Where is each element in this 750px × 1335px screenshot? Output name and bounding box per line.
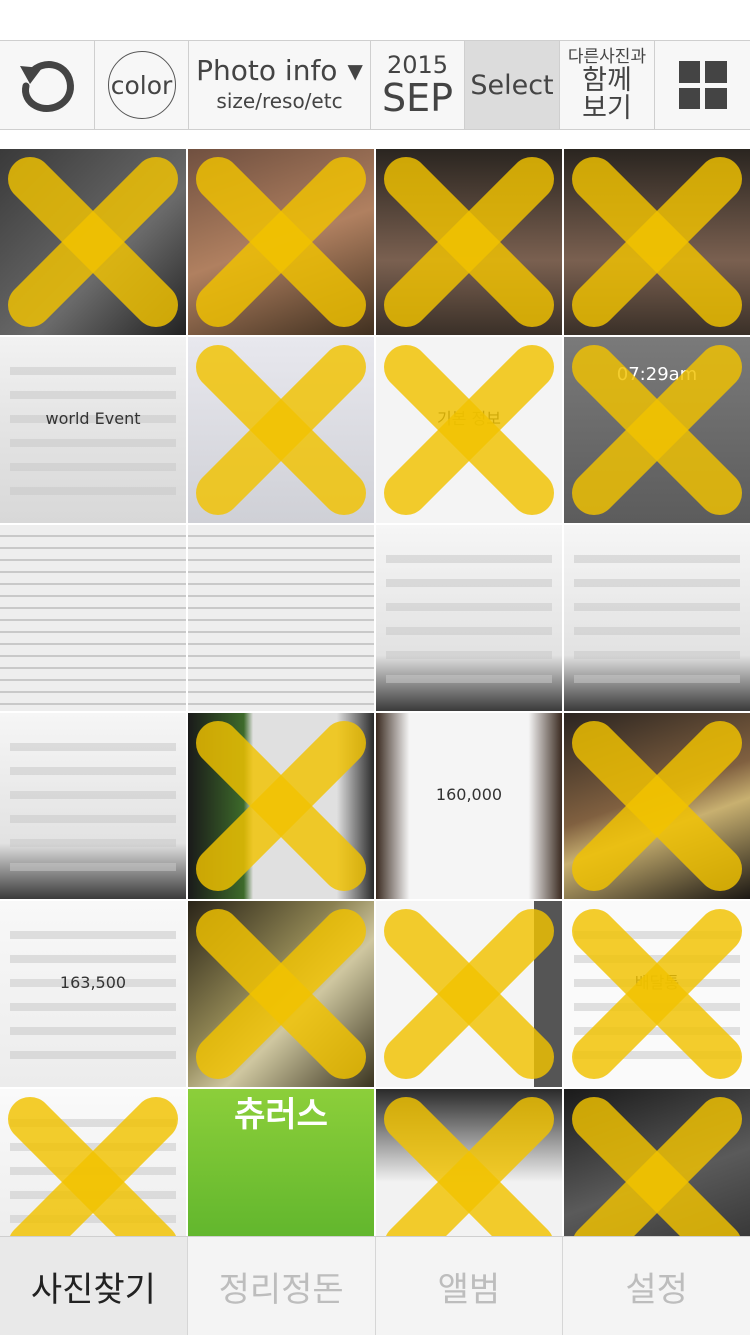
thumbnail-content-line [10,1003,176,1011]
tab-0[interactable]: 사진찾기 [0,1237,188,1335]
photo-grid: world Event 기본 정보07:29am 160,000 163,500 배달통… [0,149,750,1275]
thumbnail-content-line [10,391,176,399]
thumbnail-content-line [10,931,176,939]
photo-thumbnail[interactable] [564,525,750,711]
thumbnail-caption: 츄러스 [234,1095,328,1135]
date-year: 2015 [386,51,449,79]
photo-thumbnail[interactable] [0,525,186,711]
photo-thumbnail[interactable] [188,525,374,711]
delete-mark-x-icon [572,157,742,327]
delete-mark-x-icon [8,157,178,327]
thumbnail-content-line [10,743,176,751]
date-selector[interactable]: 2015 SEP [371,41,465,129]
photo-thumbnail[interactable] [376,525,562,711]
thumbnail-caption: 163,500 [59,973,127,993]
thumbnail-content-line [10,439,176,447]
view-with-other-photos-button[interactable]: 다른사진과 함께 보기 [560,41,655,129]
thumbnail-content-line [10,863,176,871]
grid-view-icon [678,61,727,109]
select-button[interactable]: Select [465,41,560,129]
dropdown-arrow-icon: ▼ [347,59,363,83]
back-button[interactable] [0,41,95,129]
delete-mark-x-icon [196,909,366,1079]
thumbnail-content-line [574,651,740,659]
tab-1[interactable]: 정리정돈 [188,1237,376,1335]
photo-thumbnail[interactable] [188,149,374,335]
photo-thumbnail[interactable] [0,149,186,335]
delete-mark-x-icon [572,909,742,1079]
thumbnail-content-line [10,815,176,823]
delete-mark-x-icon [384,157,554,327]
thumbnail-content-line [10,463,176,471]
together-line-3: 보기 [582,93,632,124]
tab-2[interactable]: 앨범 [376,1237,564,1335]
thumbnail-content-line [10,955,176,963]
together-line-2: 함께 [582,65,632,96]
thumbnail-content-line [10,1027,176,1035]
thumbnail-content-line [10,487,176,495]
delete-mark-x-icon [196,157,366,327]
thumbnail-content-line [386,555,552,563]
date-month: SEP [381,76,454,120]
thumbnail-caption: 160,000 [435,785,503,805]
thumbnail-content-line [10,839,176,847]
photo-thumbnail[interactable] [0,713,186,899]
photo-thumbnail[interactable]: world Event [0,337,186,523]
thumbnail-content-line [574,555,740,563]
photo-thumbnail[interactable]: 160,000 [376,713,562,899]
undo-arrow-icon [20,61,74,112]
thumbnail-content-line [574,603,740,611]
delete-mark-x-icon [572,721,742,891]
photo-thumbnail[interactable]: 07:29am [564,337,750,523]
photo-info-dropdown[interactable]: Photo info ▼ size/reso/etc [189,41,371,129]
photo-thumbnail[interactable] [564,713,750,899]
thumbnail-content-line [574,579,740,587]
delete-mark-x-icon [572,345,742,515]
photo-thumbnail[interactable]: 기본 정보 [376,337,562,523]
delete-mark-x-icon [384,345,554,515]
thumbnail-content-line [10,367,176,375]
thumbnail-content-line [386,603,552,611]
color-label: color [107,51,176,119]
photo-thumbnail[interactable] [376,901,562,1087]
thumbnail-caption: world Event [45,409,141,429]
photo-thumbnail[interactable] [564,149,750,335]
delete-mark-x-icon [196,345,366,515]
photo-info-subtitle: size/reso/etc [216,89,343,113]
color-filter-button[interactable]: color [95,41,189,129]
thumbnail-content-line [386,579,552,587]
thumbnail-content-line [10,1051,176,1059]
photo-thumbnail[interactable] [188,337,374,523]
photo-thumbnail[interactable] [188,713,374,899]
thumbnail-content-line [386,651,552,659]
delete-mark-x-icon [196,721,366,891]
thumbnail-content-line [574,675,740,683]
bottom-tab-bar: 사진찾기 정리정돈 앨범 설정 [0,1236,750,1335]
photo-info-title-row: Photo info ▼ [196,56,363,86]
top-toolbar: color Photo info ▼ size/reso/etc 2015 SE… [0,40,750,130]
photo-thumbnail[interactable] [188,901,374,1087]
together-line-1: 다른사진과 [567,47,647,67]
thumbnail-content-line [386,675,552,683]
tab-3[interactable]: 설정 [563,1237,750,1335]
thumbnail-content-line [10,767,176,775]
photo-thumbnail[interactable]: 163,500 [0,901,186,1087]
grid-view-button[interactable] [655,41,750,129]
thumbnail-content-line [10,791,176,799]
thumbnail-content-line [386,627,552,635]
thumbnail-content-line [574,627,740,635]
photo-thumbnail[interactable]: 배달통 [564,901,750,1087]
photo-info-title: Photo info [196,54,338,87]
photo-thumbnail[interactable] [376,149,562,335]
delete-mark-x-icon [384,909,554,1079]
